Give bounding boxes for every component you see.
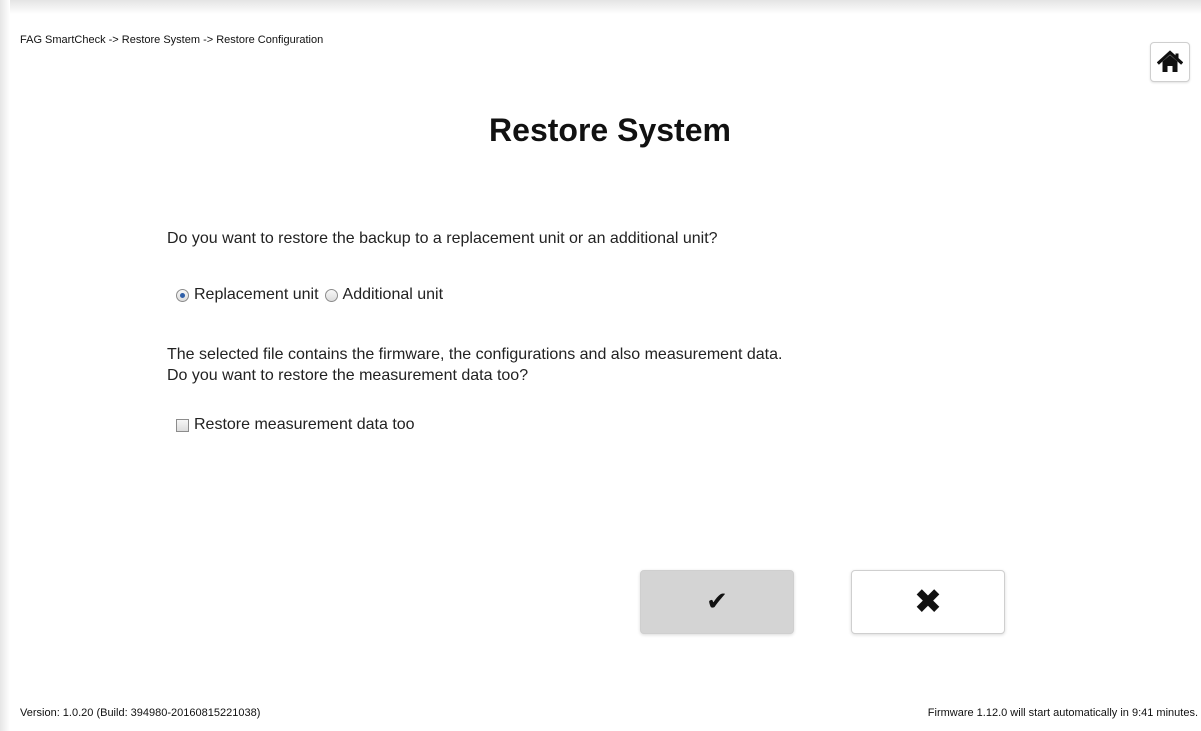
- window-top-border: [10, 0, 1201, 14]
- replacement-unit-label[interactable]: Replacement unit: [194, 286, 319, 304]
- home-icon: [1157, 50, 1183, 72]
- restore-measurement-checkbox[interactable]: [176, 418, 189, 432]
- breadcrumb: FAG SmartCheck -> Restore System -> Rest…: [20, 34, 324, 46]
- window-left-border: [0, 0, 10, 731]
- close-icon: ✖: [913, 582, 943, 622]
- restore-measurement-row: Restore measurement data too: [176, 416, 415, 434]
- home-button[interactable]: [1150, 42, 1190, 82]
- replacement-unit-radio[interactable]: [176, 288, 189, 302]
- unit-radio-group: Replacement unit Additional unit: [176, 286, 449, 304]
- restore-measurement-label[interactable]: Restore measurement data too: [194, 416, 415, 434]
- firmware-status: Firmware 1.12.0 will start automatically…: [927, 707, 1198, 719]
- unit-question: Do you want to restore the backup to a r…: [167, 230, 718, 247]
- page-title: Restore System: [489, 112, 731, 148]
- confirm-button[interactable]: ✔: [640, 570, 794, 634]
- additional-unit-radio[interactable]: [324, 288, 338, 302]
- info-line-1: The selected file contains the firmware,…: [167, 346, 783, 363]
- cancel-button[interactable]: ✖: [851, 570, 1005, 634]
- info-line-2: Do you want to restore the measurement d…: [167, 367, 529, 384]
- additional-unit-label[interactable]: Additional unit: [343, 286, 444, 304]
- measurement-info: The selected file contains the firmware,…: [167, 344, 782, 386]
- version-info: Version: 1.0.20 (Build: 394980-201608152…: [20, 707, 261, 719]
- checkmark-icon: ✔: [706, 587, 728, 617]
